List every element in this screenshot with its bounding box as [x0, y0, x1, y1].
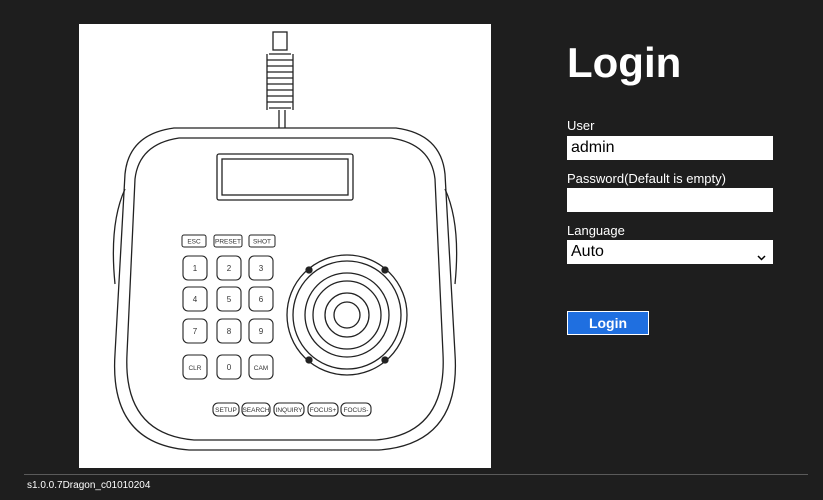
user-label: User — [567, 118, 595, 133]
language-selected-value: Auto — [571, 243, 604, 260]
key-clr-label: CLR — [188, 365, 201, 372]
key-shot-label: SHOT — [253, 239, 271, 246]
key-1-label: 1 — [193, 264, 198, 273]
version-text: s1.0.0.7Dragon_c01010204 — [27, 480, 151, 491]
key-3-label: 3 — [259, 264, 264, 273]
key-2-label: 2 — [227, 264, 232, 273]
login-title: Login — [567, 39, 682, 86]
key-focus-minus-label: FOCUS- — [344, 407, 369, 414]
key-5-label: 5 — [227, 295, 232, 304]
key-focus-plus-label: FOCUS+ — [310, 407, 337, 414]
language-label: Language — [567, 223, 625, 238]
top-keys-group: ESC PRESET SHOT — [181, 234, 276, 248]
key-preset-label: PRESET — [215, 239, 241, 246]
chevron-down-icon — [757, 248, 766, 266]
key-inquiry-label: INQUIRY — [276, 407, 304, 414]
key-7-label: 7 — [193, 327, 198, 336]
key-cam-label: CAM — [254, 365, 268, 372]
language-select[interactable]: Auto — [567, 240, 773, 264]
key-6-label: 6 — [259, 295, 264, 304]
key-0-label: 0 — [227, 363, 232, 372]
key-esc-label: ESC — [187, 239, 201, 246]
joystick — [286, 254, 408, 376]
footer-divider — [24, 474, 808, 475]
key-setup-label: SETUP — [215, 407, 237, 414]
keyboard-controller-image: ESC PRESET SHOT 1 2 3 4 5 6 7 8 9 CLR 0 … — [79, 24, 491, 468]
key-search-label: SEARCH — [242, 407, 269, 414]
key-9-label: 9 — [259, 327, 264, 336]
password-input[interactable] — [567, 188, 773, 212]
key-4-label: 4 — [193, 295, 198, 304]
key-8-label: 8 — [227, 327, 232, 336]
password-label: Password(Default is empty) — [567, 171, 726, 186]
user-input[interactable] — [567, 136, 773, 160]
login-button[interactable]: Login — [567, 311, 649, 335]
login-page: ESC PRESET SHOT 1 2 3 4 5 6 7 8 9 CLR 0 … — [0, 0, 823, 500]
